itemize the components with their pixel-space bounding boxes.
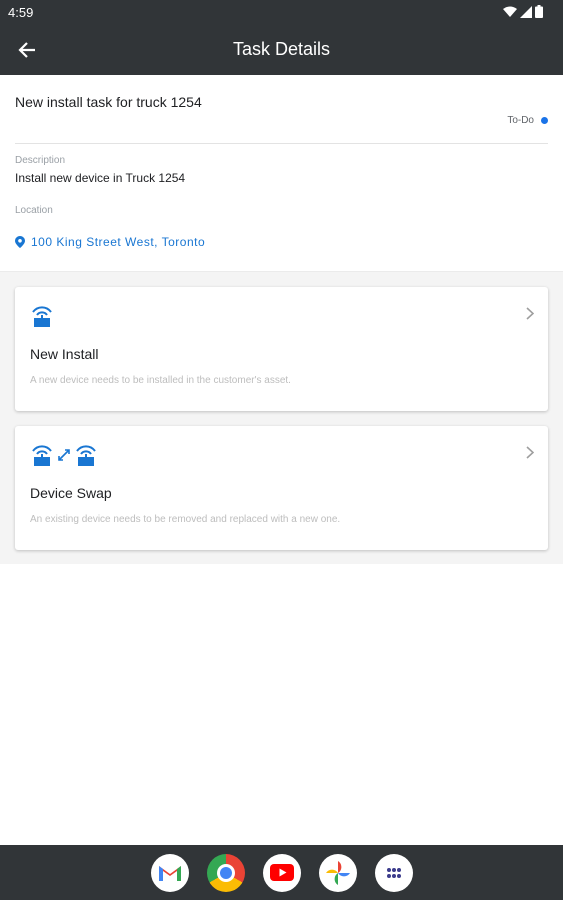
description-label: Description <box>15 155 66 166</box>
card-title: New Install <box>30 346 99 362</box>
task-details-section: New install task for truck 1254 To-Do De… <box>0 75 563 271</box>
chrome-icon[interactable] <box>206 853 245 892</box>
status-bar: 4:59 <box>0 0 563 25</box>
chevron-right-icon <box>526 307 535 325</box>
status-time: 4:59 <box>8 5 34 20</box>
card-subtitle: An existing device needs to be removed a… <box>30 514 341 525</box>
card-title: Device Swap <box>30 485 112 501</box>
wifi-icon <box>503 6 517 17</box>
app-drawer-icon[interactable] <box>374 853 413 892</box>
location-label: Location <box>15 205 53 216</box>
status-icons <box>503 5 543 18</box>
app-bar: Task Details <box>0 25 563 75</box>
status-text: To-Do <box>507 115 534 126</box>
card-subtitle: A new device needs to be installed in th… <box>30 375 291 386</box>
device-swap-icon <box>30 442 98 468</box>
divider <box>15 143 548 144</box>
description-value: Install new device in Truck 1254 <box>15 171 186 185</box>
new-install-card[interactable]: New Install A new device needs to be ins… <box>15 287 548 411</box>
task-type-list: New Install A new device needs to be ins… <box>0 271 563 564</box>
status-dot-icon <box>541 117 548 124</box>
device-install-icon <box>30 303 54 329</box>
page-title: Task Details <box>232 39 331 59</box>
location-value: 100 King Street West, Toronto <box>31 235 206 249</box>
task-title: New install task for truck 1254 <box>15 94 202 110</box>
youtube-icon[interactable] <box>262 853 301 892</box>
location-pin-icon <box>15 236 25 248</box>
location-link[interactable]: 100 King Street West, Toronto <box>15 235 205 249</box>
app-dock <box>0 845 563 900</box>
signal-icon <box>520 5 532 18</box>
battery-icon <box>535 5 543 18</box>
gmail-icon[interactable] <box>150 853 189 892</box>
device-swap-card[interactable]: Device Swap An existing device needs to … <box>15 426 548 550</box>
chevron-right-icon <box>526 446 535 464</box>
photos-icon[interactable] <box>318 853 357 892</box>
status-badge: To-Do <box>507 115 548 126</box>
